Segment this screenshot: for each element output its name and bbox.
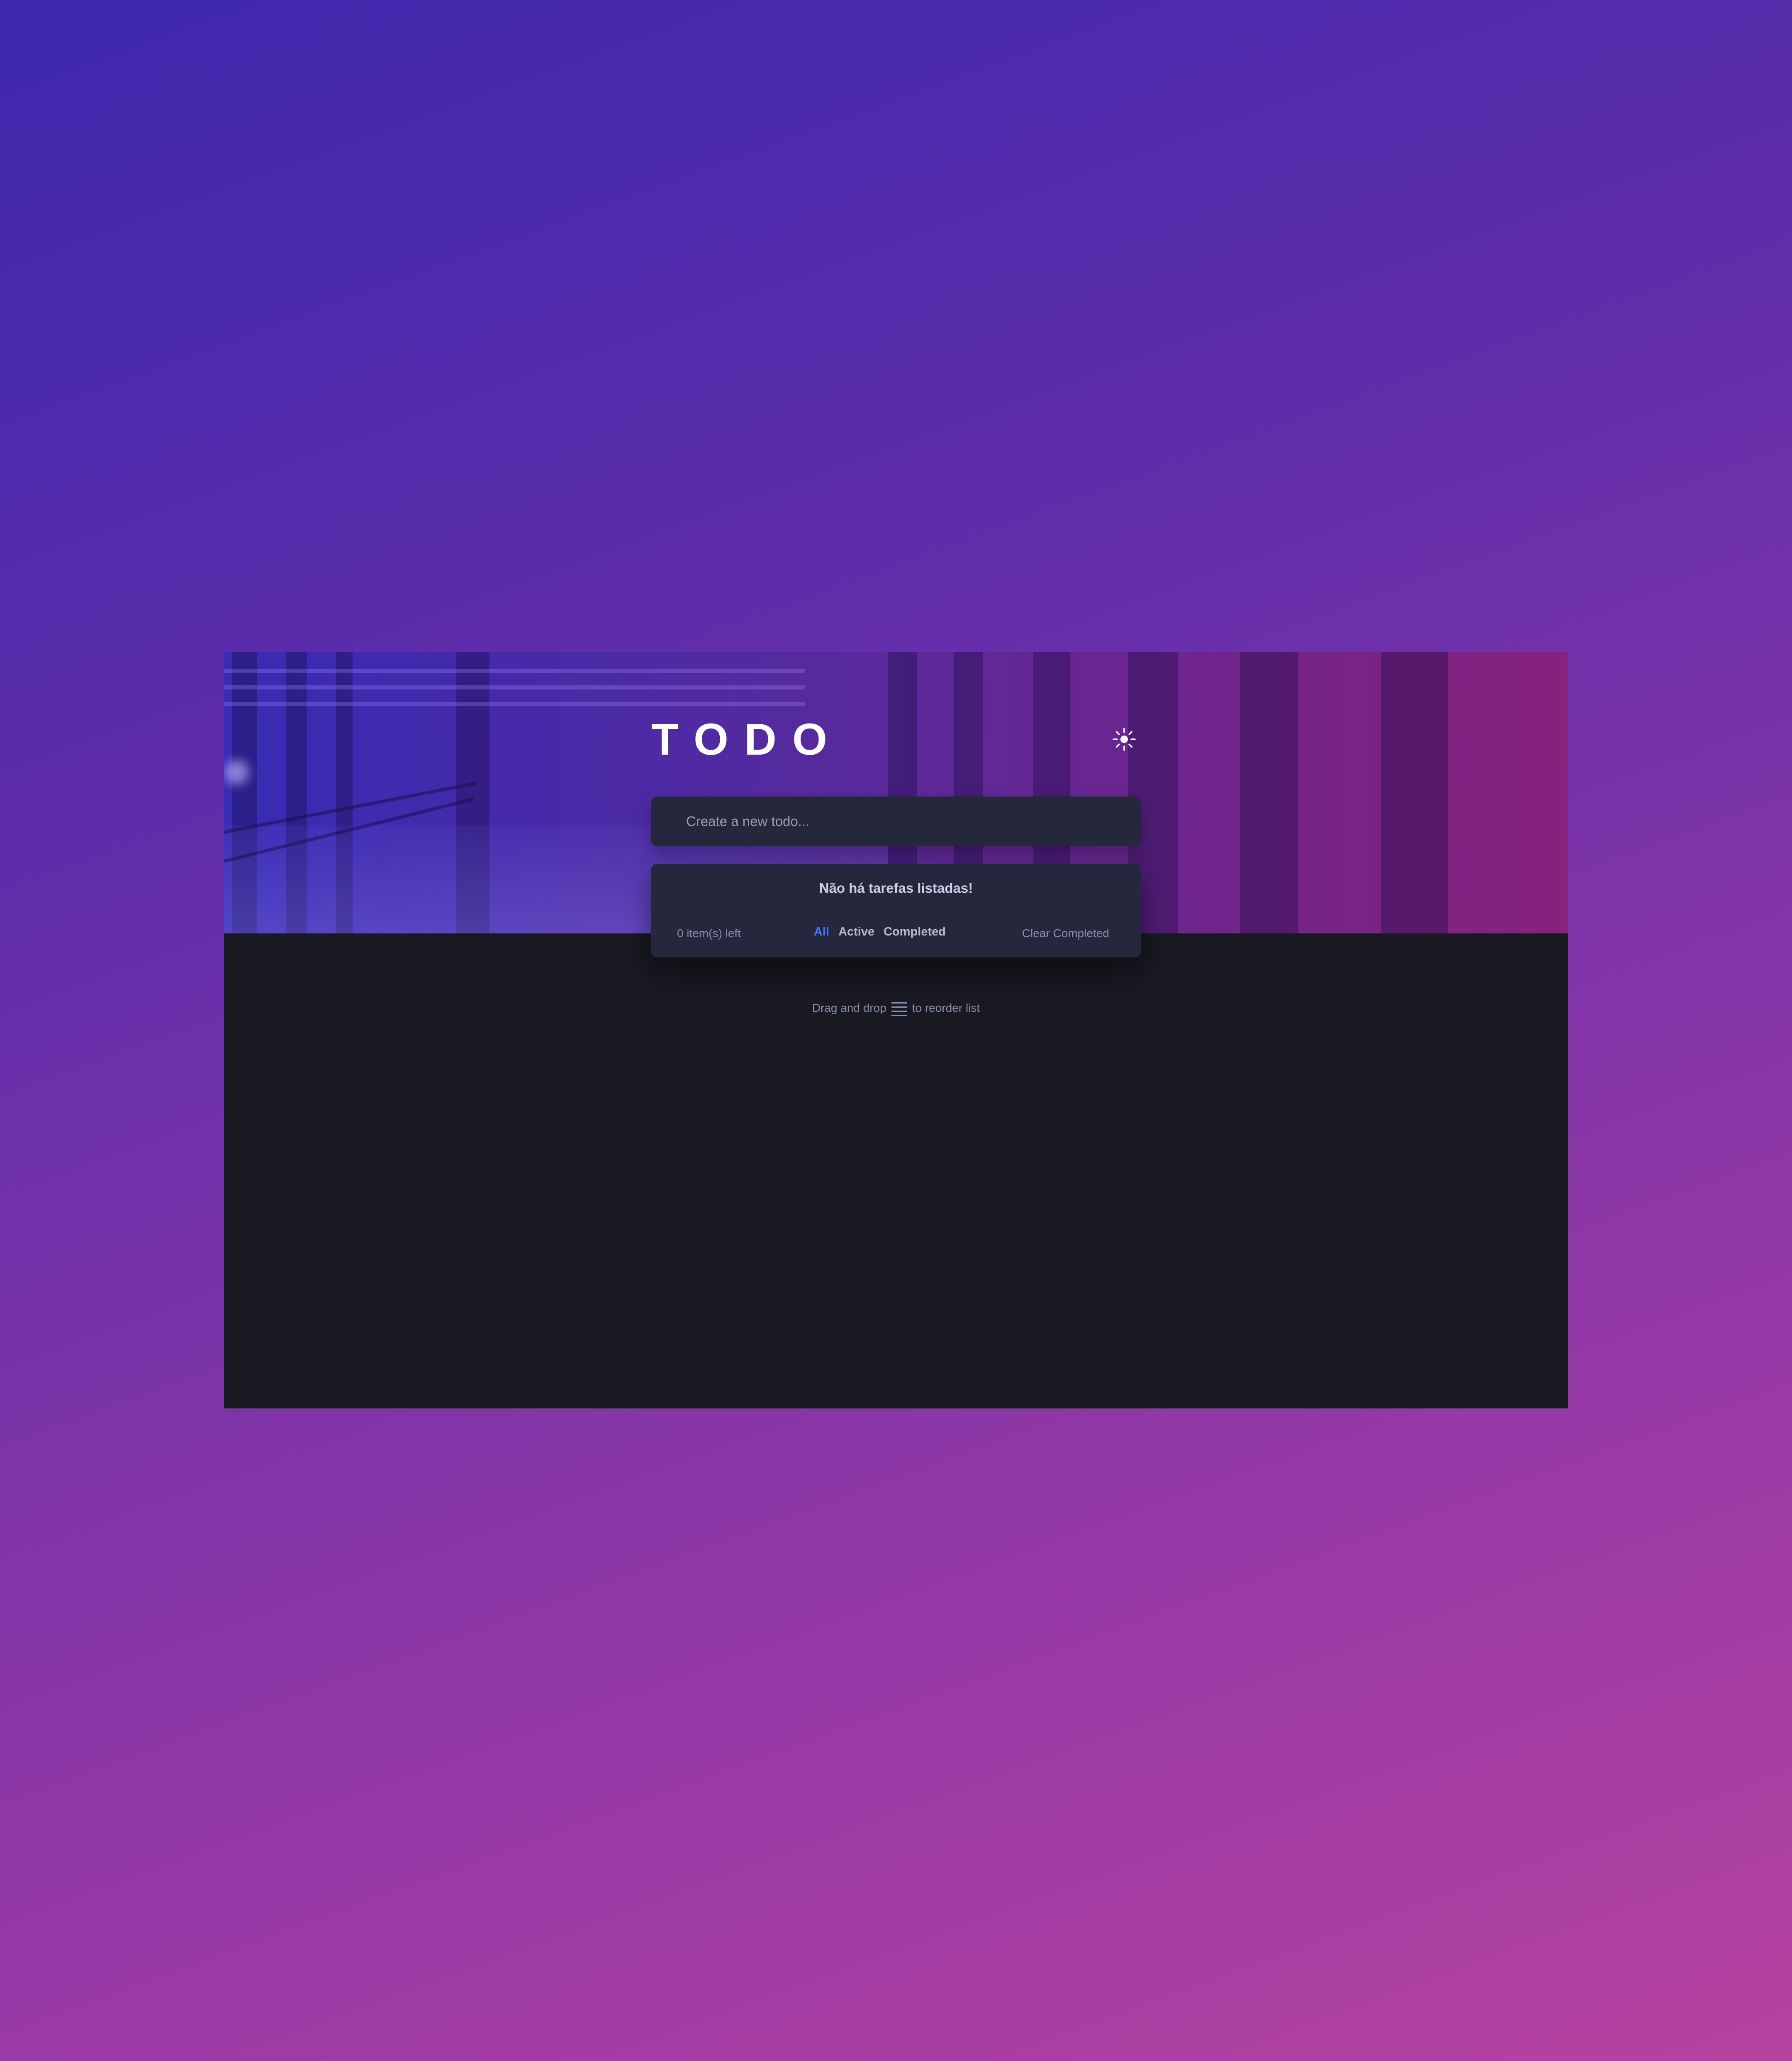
app-window: TODO Create a new todo... Não há tarefas…	[224, 652, 1568, 1408]
list-footer: 0 item(s) left All Active Completed Clea…	[651, 923, 1141, 944]
items-left-counter: 0 item(s) left	[677, 927, 741, 940]
theme-toggle-button[interactable]	[1108, 723, 1141, 756]
filter-completed-button[interactable]: Completed	[884, 925, 946, 939]
todo-list-card: Não há tarefas listadas! 0 item(s) left …	[651, 864, 1141, 957]
empty-list-message: Não há tarefas listadas!	[819, 880, 973, 896]
hint-text-before: Drag and drop	[812, 1001, 886, 1014]
filter-all-button[interactable]: All	[814, 925, 829, 939]
new-todo-box	[651, 797, 1141, 846]
drag-handle-icon	[891, 1002, 907, 1016]
filter-group: All Active Completed	[814, 925, 946, 939]
app-title: TODO	[651, 714, 843, 764]
filter-active-button[interactable]: Active	[838, 925, 874, 939]
reorder-hint: Drag and drop to reorder list	[651, 1000, 1141, 1016]
sun-icon	[1113, 728, 1136, 751]
header: TODO	[651, 714, 1141, 764]
hint-text-after: to reorder list	[912, 1001, 980, 1014]
clear-completed-button[interactable]: Clear Completed	[1022, 927, 1109, 940]
new-todo-input[interactable]	[651, 797, 1141, 846]
